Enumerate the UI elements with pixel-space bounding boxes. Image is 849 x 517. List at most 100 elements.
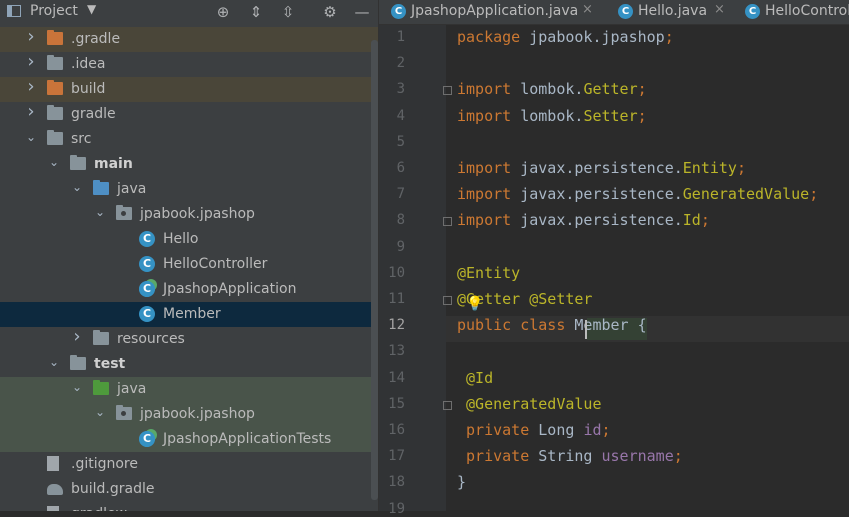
settings-icon[interactable]: ⚙ [318,0,342,24]
code-token: import [457,106,521,125]
code-token: public class [457,316,575,335]
fold-icon[interactable] [443,86,452,96]
line-number: 11 [388,291,405,307]
code-line[interactable]: public class Member { [457,316,647,334]
line-number: 4 [396,107,405,124]
fold-icon[interactable] [443,400,452,410]
line-number: 9 [396,238,405,255]
code-token: ; [637,106,647,125]
tree-item[interactable]: C HelloController [0,252,378,277]
run-class-icon: C [139,431,155,447]
code-line[interactable]: @GeneratedValue [457,395,601,413]
hide-icon[interactable]: — [350,0,374,24]
close-icon[interactable]: × [582,2,593,17]
tree-item[interactable]: C Member [0,302,378,327]
code-line[interactable]: package jpabook.jpashop; [457,28,674,46]
close-icon[interactable]: × [714,2,725,17]
chevron-right-icon[interactable]: › [70,326,84,347]
code-line[interactable]: import javax.persistence.Entity; [457,159,746,177]
gradle-icon [47,484,63,495]
tree-item-label: .gradle [71,31,121,47]
tree-item[interactable]: gradlew [0,502,378,511]
tree-item[interactable]: › .idea [0,51,378,77]
tab-label: HelloController.java [765,3,849,19]
project-scrollbar[interactable] [371,40,378,500]
code-token: ; [809,185,819,204]
tree-item-label: java [117,381,147,397]
code-token: ; [700,211,710,230]
code-line[interactable]: private Long id; [457,421,611,439]
tree-item-label: HelloController [163,256,268,272]
tab-hello[interactable]: C Hello.java × [618,0,738,24]
code-line[interactable]: private String username; [457,447,683,465]
code-token: import [457,159,521,177]
locate-icon[interactable]: ⊕ [211,0,235,24]
chevron-right-icon[interactable]: › [24,101,38,122]
tree-item[interactable]: ⌄ java [0,177,378,202]
expand-all-icon[interactable]: ⇕ [244,0,268,24]
chevron-down-icon[interactable]: ⌄ [47,155,61,169]
tree-item[interactable]: › gradle [0,101,378,127]
tree-item[interactable]: C JpashopApplication [0,277,378,302]
code-line[interactable]: import lombok.Getter; [457,80,647,98]
chevron-down-icon[interactable]: ⌄ [70,380,84,394]
line-number: 7 [396,186,405,203]
project-panel-title[interactable]: Project [30,3,78,19]
tree-item[interactable]: C JpashopApplicationTests [0,427,378,452]
code-token: javax.persistence. [520,211,683,230]
line-number: 2 [396,55,405,72]
fold-icon[interactable] [443,296,452,305]
code-line[interactable]: import javax.persistence.GeneratedValue; [457,185,818,203]
tree-item[interactable]: ⌄ jpabook.jpashop [0,202,378,227]
project-panel: Project ▼ ⊕ ⇕ ⇳ ⚙ — › .gradle › .idea › build… [0,0,378,511]
chevron-right-icon[interactable]: › [24,51,38,72]
tab-hellocontroller[interactable]: C HelloController.java [745,0,849,24]
tree-item[interactable]: › .gradle [0,26,378,52]
code-line[interactable]: import lombok.Setter; [457,107,647,125]
tab-label: JpashopApplication.java [411,3,579,19]
line-number: 16 [388,422,405,438]
fold-icon[interactable] [443,217,452,227]
code-token: username [601,447,674,466]
tree-item-label: .gitignore [71,456,138,472]
tree-item-label: test [94,356,126,372]
tree-item[interactable]: C Hello [0,227,378,252]
tree-item-label: build [71,81,106,97]
code-line[interactable]: @Id [457,369,493,387]
collapse-all-icon[interactable]: ⇳ [276,0,300,24]
tree-item[interactable]: ⌄ src [0,127,378,152]
tree-item[interactable]: › resources [0,326,378,352]
chevron-down-icon[interactable]: ⌄ [93,205,107,219]
tree-item[interactable]: ⌄ test [0,352,378,377]
tree-item[interactable]: ⌄ java [0,377,378,402]
chevron-down-icon[interactable]: ⌄ [24,130,38,144]
project-panel-header: Project ▼ ⊕ ⇕ ⇳ ⚙ — [0,0,378,24]
tree-item-label: .idea [71,56,106,72]
code-line[interactable]: @Entity [457,264,520,282]
code-line[interactable]: import javax.persistence.Id; [457,211,710,229]
chevron-down-icon[interactable]: ▼ [87,2,96,16]
chevron-right-icon[interactable]: › [24,26,38,47]
tree-item[interactable]: build.gradle [0,477,378,502]
code-line[interactable]: } [457,473,466,491]
tree-item[interactable]: .gitignore [0,452,378,477]
chevron-down-icon[interactable]: ⌄ [47,355,61,369]
tree-item[interactable]: › build [0,76,378,102]
tab-jpashopapplication[interactable]: C JpashopApplication.java × [391,0,596,24]
tree-item[interactable]: ⌄ main [0,152,378,177]
folder-icon [70,155,86,170]
project-window-icon[interactable] [7,5,21,17]
line-number: 1 [396,29,405,45]
chevron-right-icon[interactable]: › [24,76,38,97]
tree-item[interactable]: ⌄ jpabook.jpashop [0,402,378,427]
line-number: 5 [396,133,405,150]
chevron-down-icon[interactable]: ⌄ [70,180,84,194]
text-caret [585,320,587,339]
code-token: ; [601,421,611,439]
package-icon [116,205,132,220]
folder-icon [47,30,63,45]
chevron-down-icon[interactable]: ⌄ [93,405,107,419]
lightbulb-icon[interactable]: 💡 [466,296,483,312]
